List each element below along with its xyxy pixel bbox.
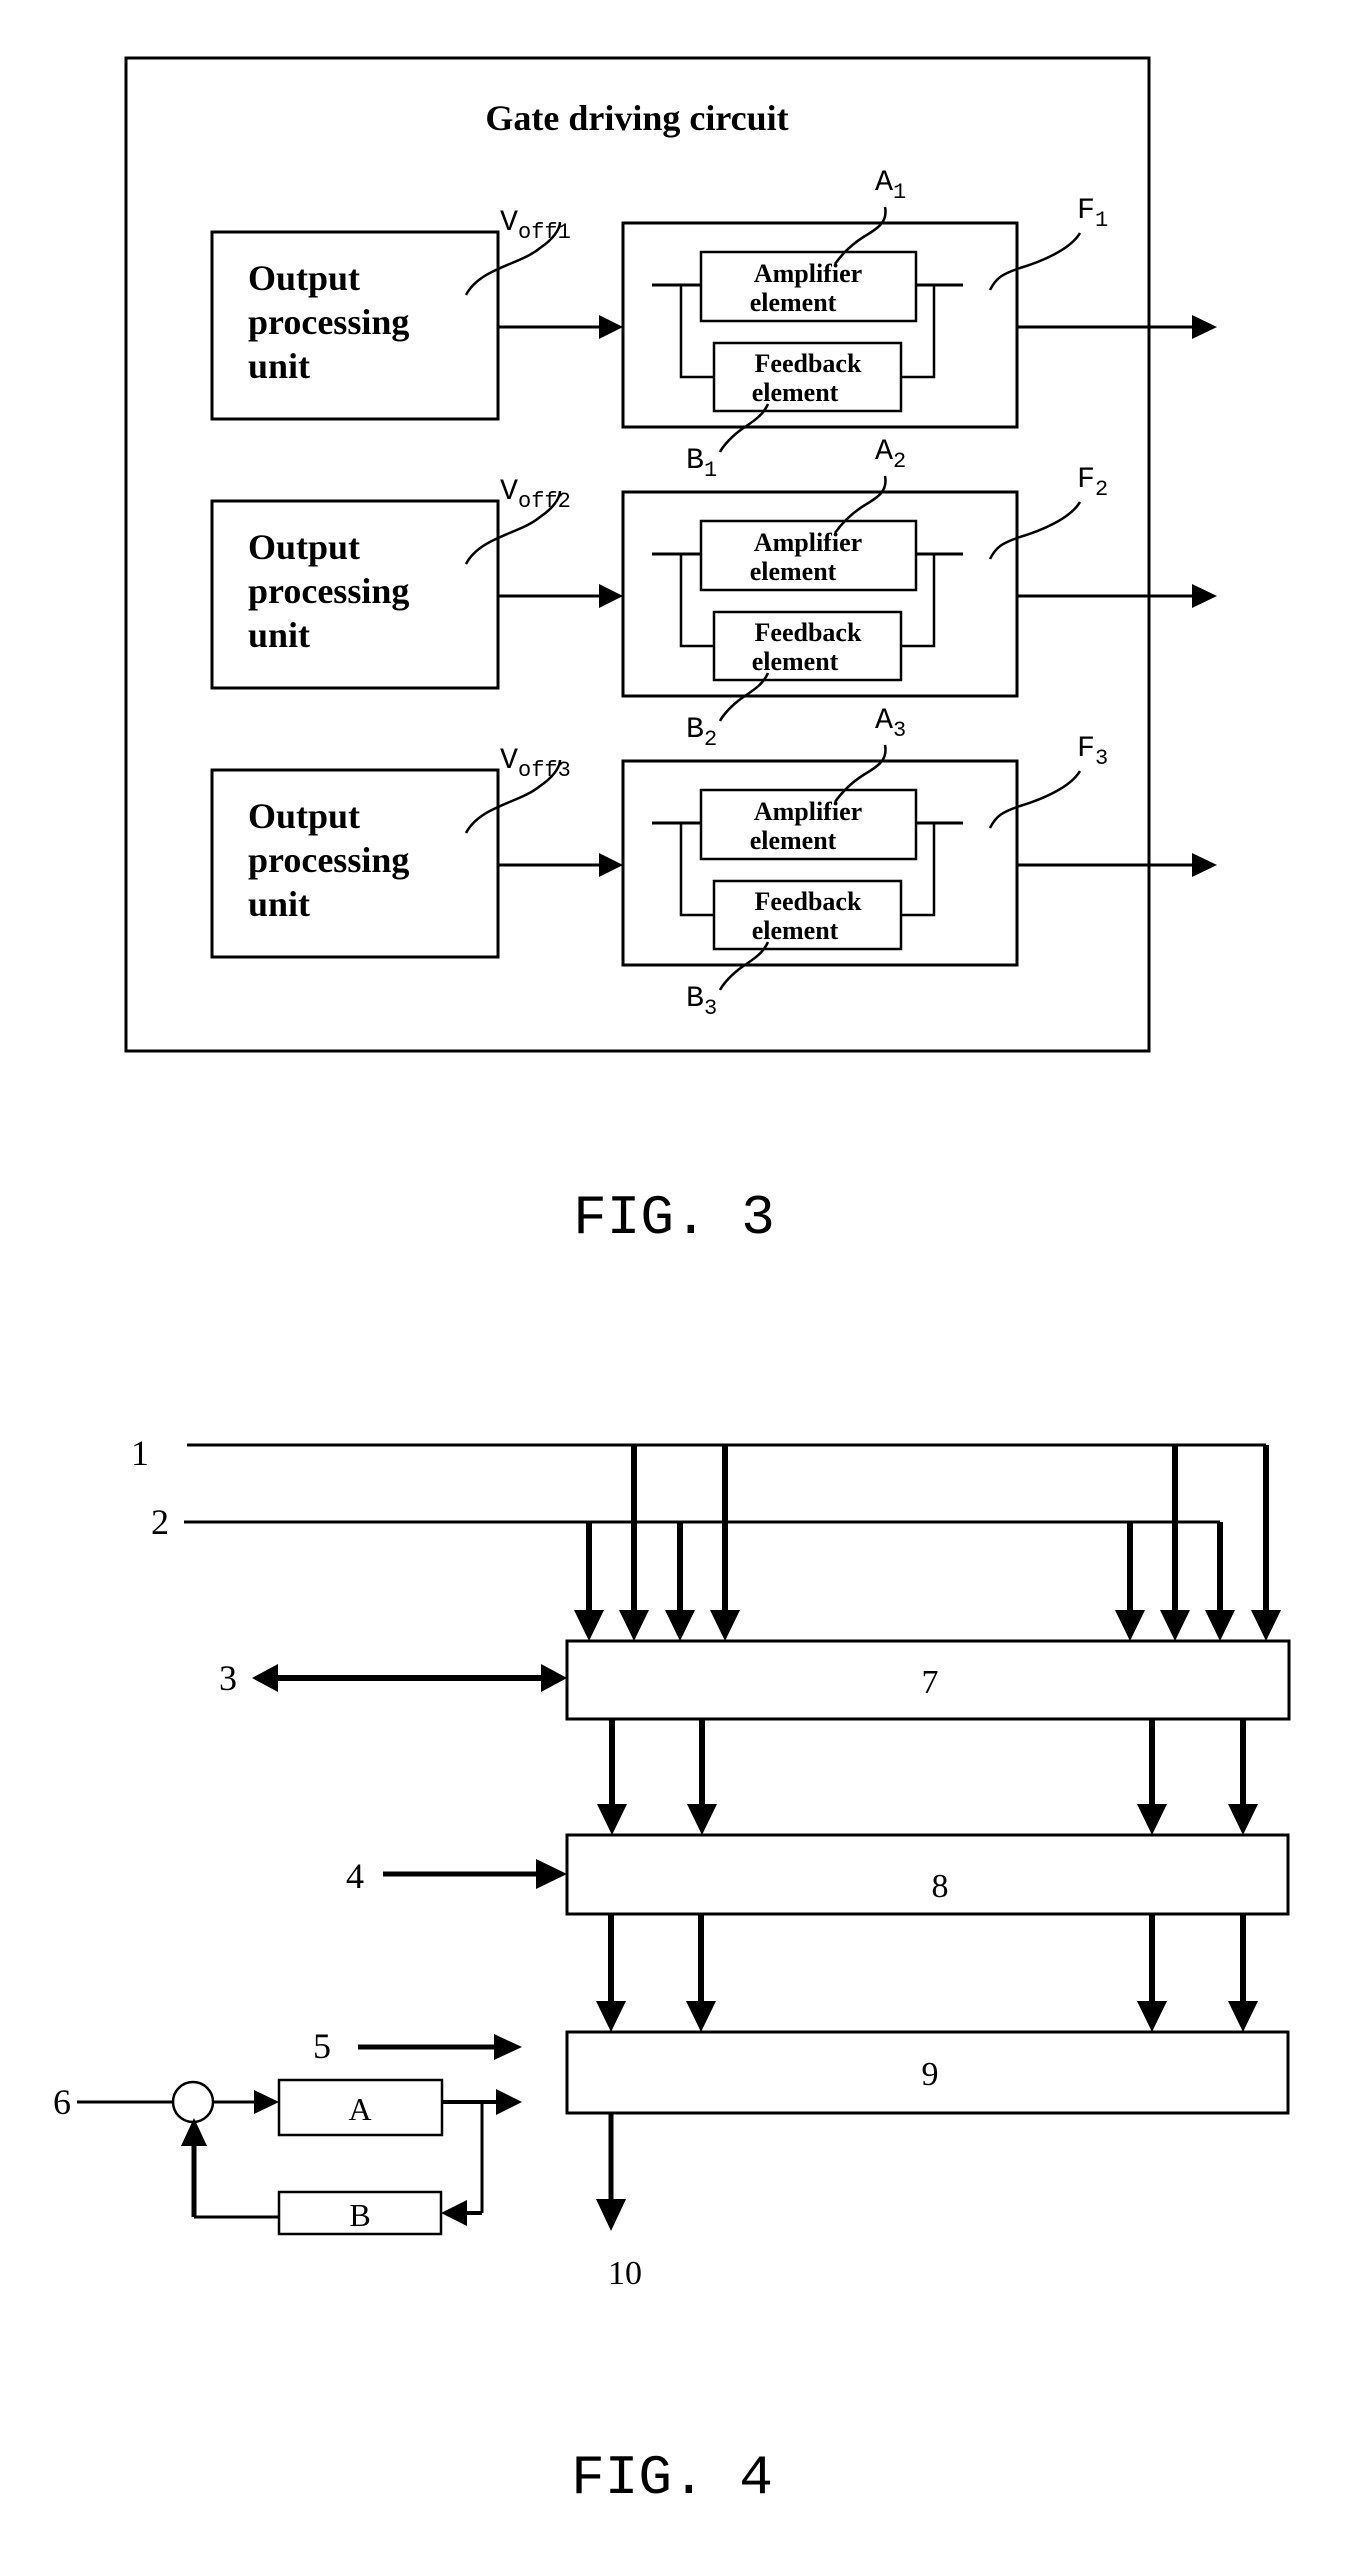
output-processing-unit-label: processing (248, 571, 409, 611)
arrowhead-icon (1192, 584, 1217, 608)
signal-label-5: 5 (313, 2026, 331, 2066)
arrowhead-down-icon (1115, 1610, 1145, 1641)
patent-figures: Gate driving circuit Outputprocessinguni… (53, 56, 1291, 2510)
arrowhead-down-icon (596, 2001, 626, 2032)
arrows-8-to-9 (596, 1914, 1258, 2032)
voltage-label-subscript: off3 (518, 758, 571, 783)
feedback-ref-label-main: B (686, 444, 704, 478)
arrowhead-icon (496, 2089, 522, 2115)
signal-label-1: 1 (131, 1433, 149, 1473)
signal-label-10: 10 (608, 2255, 642, 2292)
arrowhead-icon (494, 2034, 522, 2060)
output-processing-unit-label: unit (248, 346, 310, 386)
fig3: Gate driving circuit Outputprocessinguni… (124, 56, 1217, 1250)
signal-label-2: 2 (151, 1502, 169, 1542)
signal-label-3: 3 (219, 1658, 237, 1698)
fig4-caption: FIG. 4 (571, 2446, 773, 2510)
arrowhead-down-icon (686, 2001, 716, 2032)
arrowhead-left-icon (441, 2200, 467, 2226)
amplifier-element-label: Amplifier (754, 528, 862, 557)
voltage-label-main: V (500, 206, 518, 240)
signal-label-4: 4 (346, 1856, 364, 1896)
voltage-label-main: V (500, 744, 518, 778)
output-ref-label-main: F (1077, 194, 1095, 228)
arrowhead-right-icon (541, 1664, 567, 1692)
block-9-label: 9 (922, 2056, 939, 2093)
block-a-label: A (348, 2091, 371, 2127)
output-ref-label-subscript: 1 (1095, 208, 1108, 233)
arrowhead-left-icon (252, 1664, 278, 1692)
feedback-element-label: Feedback (755, 618, 862, 647)
arrowhead-icon (536, 1859, 567, 1889)
output-ref-label-subscript: 2 (1095, 477, 1108, 502)
amplifier-element-label: element (750, 288, 837, 317)
arrowhead-icon (254, 2090, 279, 2114)
arrows-7-to-8 (597, 1719, 1258, 1835)
arrowhead-down-icon (597, 1804, 627, 1835)
feedback-ref-label-subscript: 2 (704, 727, 717, 752)
feedback-ref-label-subscript: 3 (704, 996, 717, 1021)
output-processing-unit-label: processing (248, 840, 409, 880)
arrowhead-down-icon (710, 1610, 740, 1641)
output-processing-unit-label: unit (248, 615, 310, 655)
arrowhead-down-icon (1137, 1804, 1167, 1835)
arrowhead-up-icon (181, 2118, 207, 2146)
amplifier-element-label: Amplifier (754, 797, 862, 826)
gate-driving-circuit-title: Gate driving circuit (485, 98, 788, 138)
fig4: 1 2 7 3 8 4 9 10 5 6 A B FIG. 4 (53, 1433, 1291, 2510)
arrowhead-down-icon (665, 1610, 695, 1641)
output-ref-label-main: F (1077, 732, 1095, 766)
arrowhead-down-icon (596, 2199, 626, 2231)
voltage-label-subscript: off2 (518, 489, 571, 514)
feedback-element-label: element (752, 378, 839, 407)
arrowhead-down-icon (619, 1610, 649, 1641)
output-ref-label-main: F (1077, 463, 1095, 497)
amplifier-ref-label-main: A (875, 435, 893, 469)
arrowhead-down-icon (1160, 1610, 1190, 1641)
arrowhead-down-icon (1205, 1610, 1235, 1641)
feedback-ref-label-main: B (686, 713, 704, 747)
amplifier-element-label: element (750, 826, 837, 855)
output-ref-label-subscript: 3 (1095, 746, 1108, 771)
amplifier-ref-label-subscript: 3 (893, 718, 906, 743)
amplifier-ref-label-subscript: 1 (893, 180, 906, 205)
arrowhead-down-icon (1251, 1610, 1281, 1641)
block-8-label: 8 (932, 1868, 949, 1905)
amplifier-ref-label-main: A (875, 704, 893, 738)
output-processing-unit-label: Output (248, 527, 360, 567)
bus-drops-to-block-7 (574, 1445, 1281, 1641)
arrowhead-icon (1192, 315, 1217, 339)
output-processing-unit-label: unit (248, 884, 310, 924)
fig3-caption: FIG. 3 (573, 1186, 775, 1250)
feedback-element-label: Feedback (755, 349, 862, 378)
output-processing-unit-label: Output (248, 796, 360, 836)
signal-label-6: 6 (53, 2082, 71, 2122)
block-b-label: B (349, 2197, 370, 2233)
output-processing-unit-label: processing (248, 302, 409, 342)
feedback-ref-label-main: B (686, 982, 704, 1016)
feedback-element-label: element (752, 916, 839, 945)
arrowhead-down-icon (1228, 2001, 1258, 2032)
arrowhead-down-icon (1137, 2001, 1167, 2032)
feedback-ref-label-subscript: 1 (704, 458, 717, 483)
summing-junction (171, 2080, 215, 2124)
output-processing-unit-label: Output (248, 258, 360, 298)
amplifier-element-label: Amplifier (754, 259, 862, 288)
voltage-label-subscript: off1 (518, 220, 571, 245)
amplifier-ref-label-main: A (875, 166, 893, 200)
amplifier-element-label: element (750, 557, 837, 586)
block-8 (565, 1833, 1290, 1916)
voltage-label-main: V (500, 475, 518, 509)
feedback-element-label: element (752, 647, 839, 676)
arrowhead-down-icon (687, 1804, 717, 1835)
feedback-element-label: Feedback (755, 887, 862, 916)
amplifier-ref-label-subscript: 2 (893, 449, 906, 474)
arrowhead-icon (1192, 853, 1217, 877)
block-7-label: 7 (922, 1664, 939, 1701)
arrowhead-down-icon (1228, 1804, 1258, 1835)
arrowhead-down-icon (574, 1610, 604, 1641)
